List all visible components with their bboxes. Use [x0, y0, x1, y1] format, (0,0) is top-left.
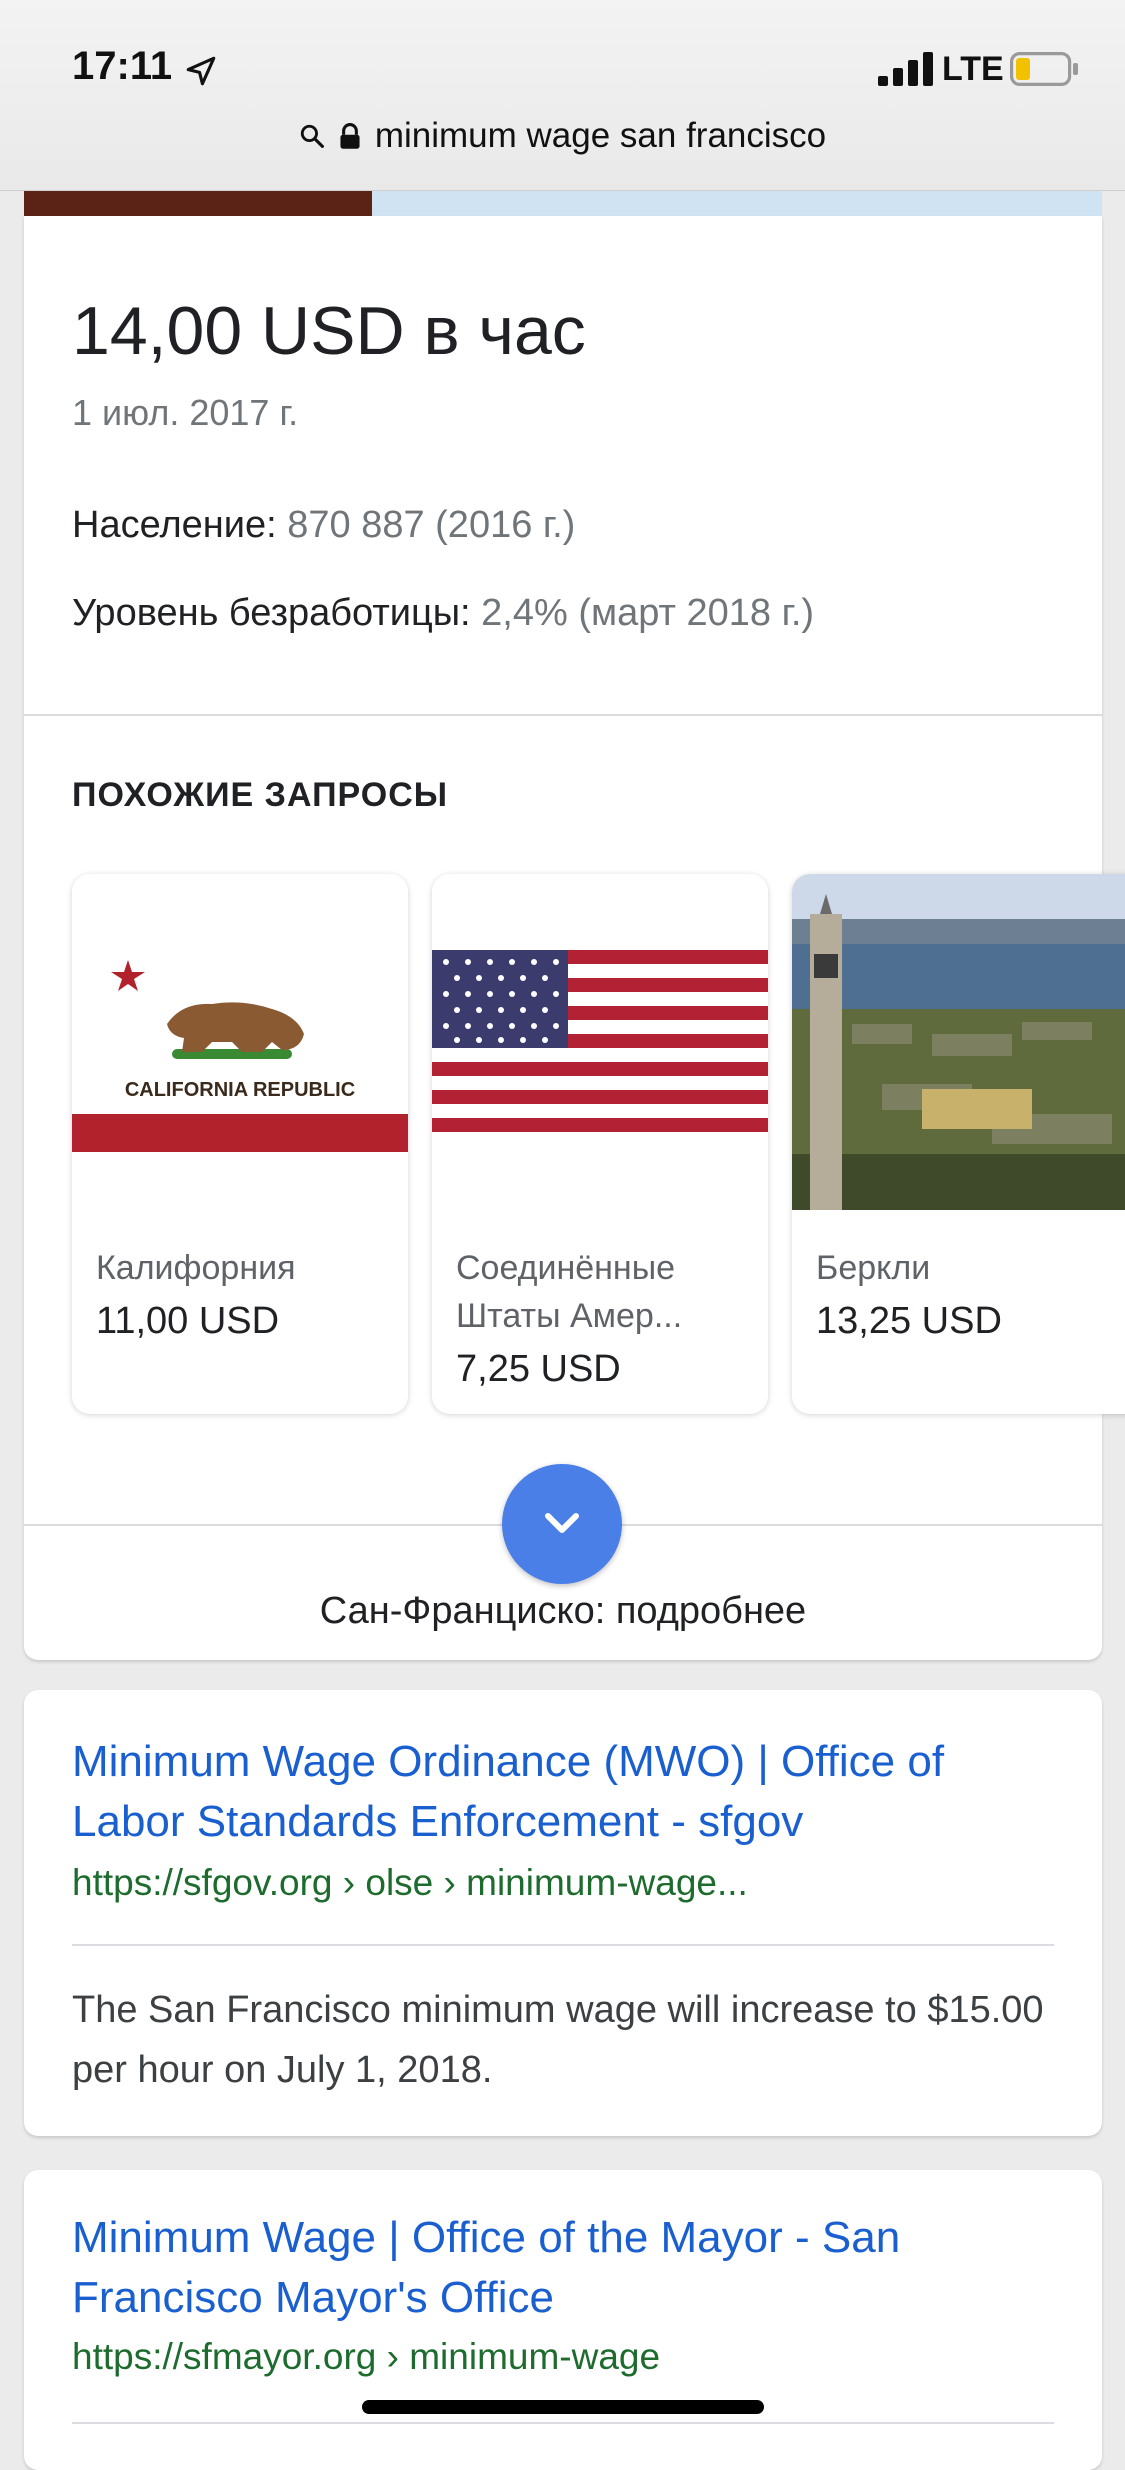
berkeley-photo-image: [792, 874, 1125, 1210]
unemployment-label: Уровень безработицы:: [72, 592, 471, 634]
signal-icon: [878, 52, 933, 86]
address-bar[interactable]: minimum wage san francisco: [0, 116, 1125, 166]
result-title-link[interactable]: Minimum Wage | Office of the Mayor - San…: [72, 2208, 1052, 2328]
tile-name: Беркли: [816, 1249, 931, 1287]
divider: [72, 2422, 1054, 2424]
unemployment-value: 2,4% (март 2018 г.): [481, 592, 815, 634]
related-tile-berkeley[interactable]: Беркли 13,25 USD: [792, 874, 1125, 1414]
population-fact: Население: 870 887 (2016 г.): [72, 504, 575, 547]
search-icon: [300, 124, 324, 148]
lock-icon: [340, 123, 360, 149]
related-tile-california[interactable]: CALIFORNIA REPUBLIC Калифорния 11,00 USD: [72, 874, 408, 1414]
chevron-down-icon: [545, 1513, 579, 1533]
knowledge-card: 14,00 USD в час 1 июл. 2017 г. Население…: [24, 216, 1125, 1660]
population-value: 870 887 (2016 г.): [287, 504, 576, 546]
search-result: Minimum Wage Ordinance (MWO) | Office of…: [24, 1690, 1102, 2136]
divider: [72, 1944, 1054, 1946]
result-title-link[interactable]: Minimum Wage Ordinance (MWO) | Office of…: [72, 1732, 1052, 1852]
status-time: 17:11: [72, 44, 173, 88]
more-about-link[interactable]: Сан-Франциско: подробнее: [24, 1590, 1102, 1633]
tile-value: 7,25 USD: [456, 1348, 621, 1390]
related-title: ПОХОЖИЕ ЗАПРОСЫ: [72, 776, 449, 814]
related-tile-usa[interactable]: Соединённые Штаты Амер... 7,25 USD: [432, 874, 768, 1414]
location-arrow-icon: [186, 56, 216, 86]
address-query: minimum wage san francisco: [374, 116, 827, 155]
tile-value: 13,25 USD: [816, 1300, 1002, 1342]
expand-more-button[interactable]: [502, 1464, 622, 1584]
result-url[interactable]: https://sfgov.org › olse › minimum-wage.…: [72, 1862, 748, 1904]
browser-top-bar: 17:11 LTE minimum wage san francisco: [0, 0, 1125, 191]
tile-name: Соединённые Штаты Амер...: [456, 1249, 683, 1335]
home-indicator[interactable]: [362, 2400, 764, 2414]
network-label: LTE: [942, 50, 1004, 88]
tile-name: Калифорния: [96, 1249, 296, 1287]
divider: [24, 714, 1102, 716]
answer-value: 14,00 USD в час: [72, 293, 586, 369]
tile-value: 11,00 USD: [96, 1300, 280, 1342]
california-flag-text: CALIFORNIA REPUBLIC: [125, 1079, 355, 1101]
california-flag-image: CALIFORNIA REPUBLIC: [72, 874, 408, 1210]
population-label: Население:: [72, 504, 277, 546]
search-result: Minimum Wage | Office of the Mayor - San…: [24, 2170, 1102, 2470]
result-snippet: The San Francisco minimum wage will incr…: [72, 1989, 1044, 2091]
battery-icon: [1010, 52, 1078, 86]
header-image-strip: [24, 190, 1102, 216]
unemployment-fact: Уровень безработицы: 2,4% (март 2018 г.): [72, 592, 814, 635]
usa-flag-image: [432, 874, 768, 1210]
answer-date: 1 июл. 2017 г.: [72, 392, 299, 433]
result-url[interactable]: https://sfmayor.org › minimum-wage: [72, 2336, 660, 2378]
